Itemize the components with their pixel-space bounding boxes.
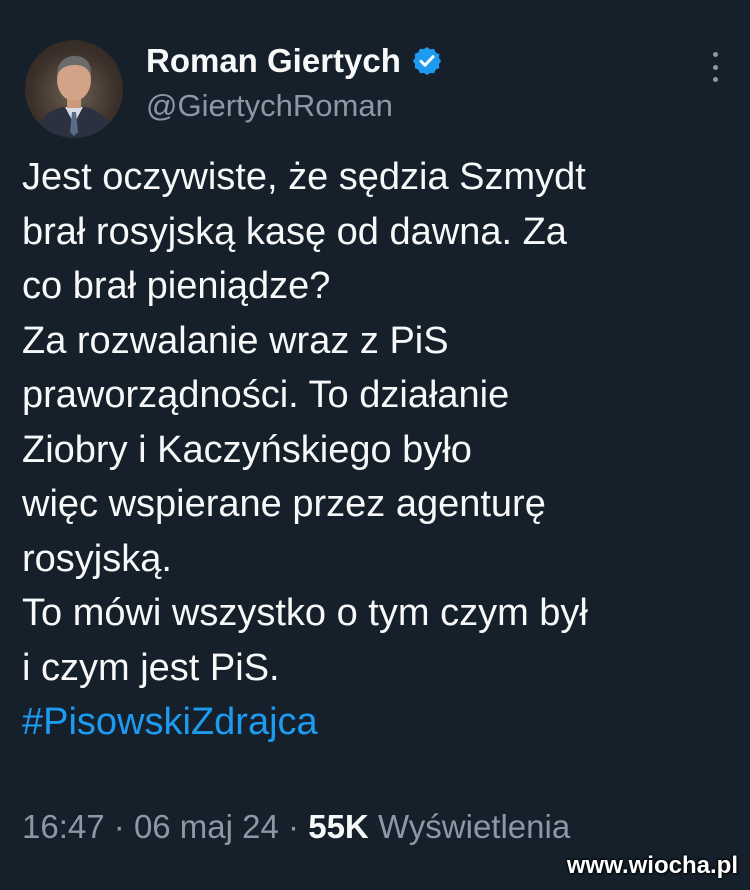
author-handle[interactable]: @GiertychRoman	[146, 88, 393, 124]
tweet-time[interactable]: 16:47	[22, 808, 105, 845]
avatar[interactable]	[25, 40, 123, 138]
tweet-line: Ziobry i Kaczyńskiego było	[22, 428, 472, 471]
verified-badge-icon	[411, 45, 443, 77]
tweet-card: Roman Giertych @GiertychRoman Jest oczyw…	[0, 0, 750, 890]
tweet-line: rosyjską.	[22, 537, 172, 580]
tweet-line: więc wspierane przez agenturę	[22, 483, 546, 525]
views-count[interactable]: 55K	[308, 808, 369, 845]
watermark: www.wiocha.pl	[566, 852, 738, 879]
more-vertical-icon[interactable]	[708, 52, 722, 82]
tweet-line: brał rosyjską kasę od dawna. Za	[22, 210, 567, 253]
views-label: Wyświetlenia	[377, 808, 571, 845]
display-name[interactable]: Roman Giertych	[146, 42, 401, 80]
author-row: Roman Giertych	[146, 42, 443, 80]
tweet-text: Jest oczywiste, że sędzia Szmydt brał ro…	[22, 150, 728, 750]
tweet-meta: 16:47 · 06 maj 24 · 55K Wyświetlenia	[22, 808, 570, 846]
tweet-line: co brał pieniądze?	[22, 265, 331, 307]
hashtag-link[interactable]: #PisowskiZdrajca	[22, 695, 728, 750]
meta-separator: ·	[113, 808, 125, 845]
tweet-line: praworządności. To działanie	[22, 374, 510, 416]
meta-separator: ·	[288, 808, 300, 845]
tweet-date[interactable]: 06 maj 24	[134, 808, 279, 845]
tweet-line: Jest oczywiste, że sędzia Szmydt	[22, 156, 586, 198]
tweet-line: Za rozwalanie wraz z PiS	[22, 319, 449, 362]
tweet-line: i czym jest PiS.	[22, 646, 280, 689]
tweet-line: To mówi wszystko o tym czym był	[22, 592, 588, 634]
